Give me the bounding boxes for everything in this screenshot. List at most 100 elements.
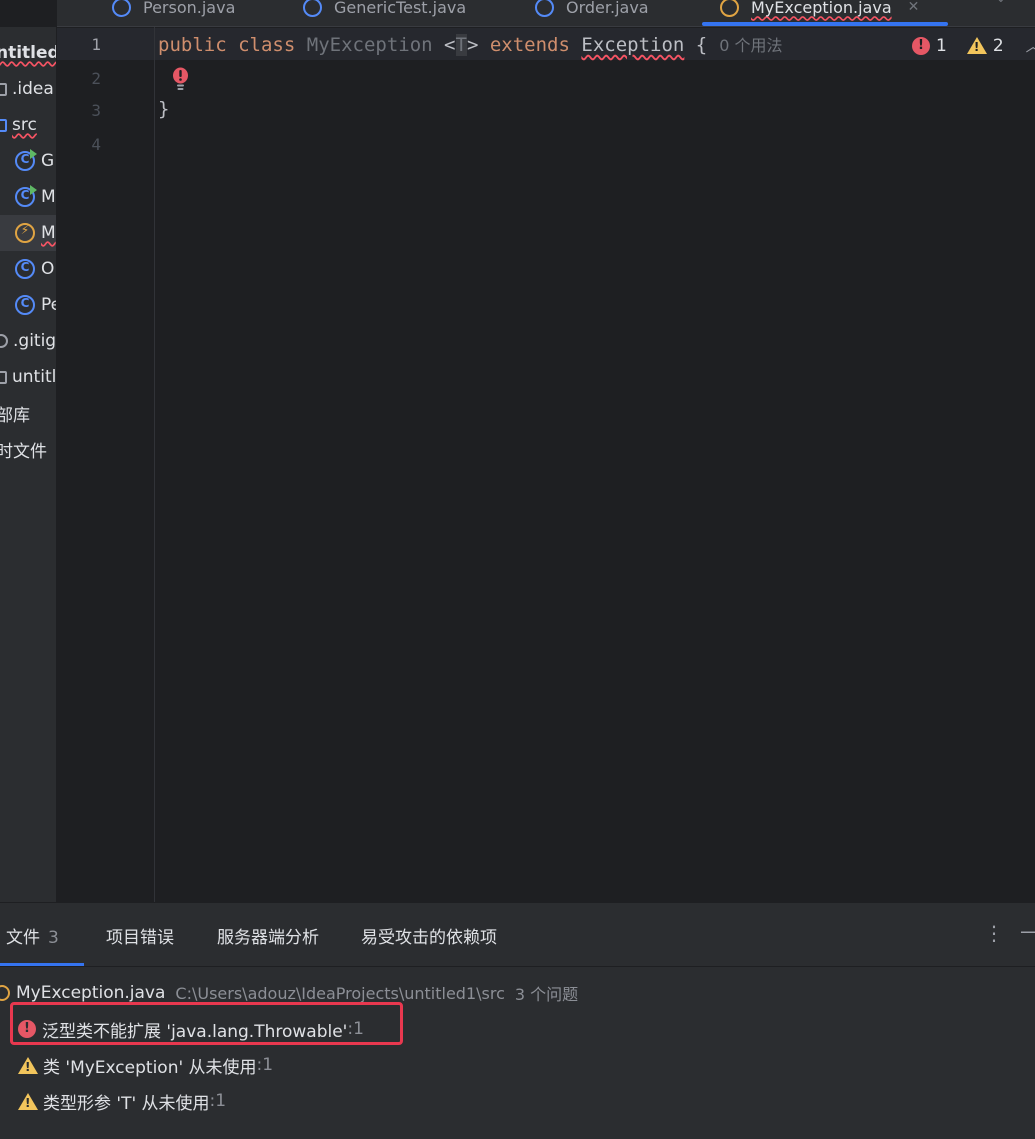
tree-item-gitignore[interactable]: .gitig: [0, 323, 56, 359]
tree-item-iml[interactable]: untitl: [0, 359, 57, 395]
problem-file-name: MyException.java: [16, 983, 166, 1003]
tree-item-label: src: [12, 115, 37, 135]
type-parameter: T: [455, 34, 467, 56]
tab-label: Person.java: [143, 0, 236, 17]
gutter-divider: [154, 27, 155, 902]
exception-class-icon: [15, 223, 35, 243]
problems-panel: 文件 3 项目错误 服务器端分析 易受攻击的依赖项 ⋮ — MyException…: [0, 902, 1035, 1139]
problems-tabs: 文件 3 项目错误 服务器端分析 易受攻击的依赖项 ⋮ —: [0, 903, 1035, 967]
tree-item-label: M: [41, 223, 56, 243]
class-icon: [15, 295, 35, 315]
keyword-class: class: [238, 34, 296, 56]
exception-class-icon: [720, 0, 739, 17]
problem-line-ref: :1: [209, 1091, 227, 1111]
warning-count: 2: [992, 35, 1004, 56]
source-folder-icon: [0, 118, 7, 132]
tab-person-java[interactable]: Person.java: [112, 0, 236, 26]
code-line-3[interactable]: }: [158, 98, 169, 120]
tree-item-label: G: [41, 151, 55, 171]
angle-close: >: [466, 34, 479, 56]
editor-tab-bar: Person.java GenericTest.java Order.java …: [57, 0, 1035, 27]
tree-item-label: M: [41, 187, 56, 207]
chevron-up-icon[interactable]: ︿: [1026, 35, 1035, 56]
code-line-1[interactable]: public class MyException <T> extends Exc…: [158, 32, 783, 56]
module-file-icon: [0, 370, 7, 384]
problem-text: 类 'MyException' 从未使用: [43, 1057, 257, 1078]
tree-item-main-class[interactable]: M: [15, 179, 56, 215]
class-icon: [15, 259, 35, 279]
tree-item-src[interactable]: src: [0, 107, 53, 143]
tree-item-generictest[interactable]: G: [15, 143, 56, 179]
tab-label: 服务器端分析: [217, 928, 319, 948]
tab-vulnerable-dependencies[interactable]: 易受攻击的依赖项: [361, 923, 497, 948]
class-icon: [535, 0, 554, 17]
keyword-public: public: [158, 34, 227, 56]
tab-label: Order.java: [566, 0, 649, 17]
problem-item-warning[interactable]: 类 'MyException' 从未使用 :1: [18, 1047, 273, 1083]
tree-item-myexception[interactable]: M: [0, 215, 56, 251]
line-number: 1: [91, 35, 101, 54]
problem-text: 类型形参 'T' 从未使用: [43, 1093, 210, 1114]
runnable-class-icon: [15, 185, 37, 207]
class-name: MyException: [306, 34, 433, 56]
tree-item-scratches[interactable]: 时文件: [0, 431, 53, 467]
keyword-extends: extends: [489, 34, 570, 56]
tab-order-java[interactable]: Order.java: [535, 0, 649, 26]
chevron-down-icon[interactable]: ⌄: [995, 0, 1007, 6]
tree-item-label: ntitled: [0, 43, 57, 63]
runnable-class-icon: [15, 149, 37, 171]
problem-count: 3 个问题: [514, 985, 579, 1004]
exception-class-icon: [0, 985, 10, 1001]
tree-item-order[interactable]: O: [15, 251, 56, 287]
tab-label: MyException.java: [751, 0, 892, 17]
tab-label: 易受攻击的依赖项: [361, 928, 497, 948]
line-number: 3: [91, 101, 101, 120]
tree-item-label: 时文件: [0, 441, 47, 462]
warning-icon: [966, 37, 987, 54]
tree-item-label: 部库: [0, 405, 30, 426]
tab-file[interactable]: 文件 3: [6, 923, 59, 948]
tree-item-label: .gitig: [13, 331, 57, 351]
line-number: 4: [91, 135, 101, 154]
warning-icon: [18, 1092, 38, 1110]
inspection-widget[interactable]: ! 1 2 ︿: [912, 35, 1035, 56]
tree-item-project-root[interactable]: ntitled: [0, 35, 56, 71]
tree-item-label: Pe: [41, 295, 56, 315]
problem-item-warning[interactable]: 类型形参 'T' 从未使用 :1: [18, 1083, 226, 1119]
problem-file-path: C:\Users\adouz\IdeaProjects\untitled1\sr…: [175, 983, 505, 1003]
tree-item-idea[interactable]: .idea: [0, 71, 54, 107]
active-tab-indicator: [0, 963, 84, 966]
angle-open: <: [444, 34, 456, 56]
close-icon[interactable]: ✕: [908, 0, 920, 15]
tree-item-label: untitl: [12, 367, 57, 387]
error-icon: !: [912, 36, 930, 55]
tree-item-external-libraries[interactable]: 部库: [0, 395, 53, 431]
class-icon: [112, 0, 131, 17]
tree-item-label: O: [41, 259, 55, 279]
problem-line-ref: :1: [256, 1055, 274, 1075]
highlight-annotation-box: [10, 1002, 403, 1045]
superclass-name: Exception: [581, 34, 685, 56]
usage-hint[interactable]: 0 个用法: [719, 36, 782, 55]
error-lightbulb-icon[interactable]: [172, 67, 189, 93]
code-editor[interactable]: 1 2 3 4 public class MyException <T> ext…: [57, 27, 1035, 902]
class-icon: [303, 0, 322, 17]
tab-generictest-java[interactable]: GenericTest.java: [303, 0, 467, 26]
tab-project-errors[interactable]: 项目错误: [106, 923, 174, 948]
tab-server-side-analysis[interactable]: 服务器端分析: [217, 923, 319, 948]
error-count: 1: [936, 35, 947, 56]
warning-icon: [18, 1056, 38, 1074]
tree-item-person[interactable]: Pe: [15, 287, 56, 323]
tab-label: 项目错误: [106, 928, 174, 948]
tab-count: 3: [48, 928, 59, 948]
more-options-icon[interactable]: ⋮: [984, 921, 1004, 945]
tree-item-label: .idea: [12, 79, 54, 99]
minimize-icon[interactable]: —: [1020, 919, 1035, 943]
line-number: 2: [91, 69, 101, 88]
tab-label: 文件: [6, 928, 40, 948]
project-tree: ntitled .idea src G M M O Pe: [0, 27, 57, 902]
folder-icon: [0, 82, 7, 96]
tab-label: GenericTest.java: [334, 0, 467, 17]
active-tab-indicator: [702, 22, 948, 26]
ignore-file-icon: [0, 334, 8, 348]
